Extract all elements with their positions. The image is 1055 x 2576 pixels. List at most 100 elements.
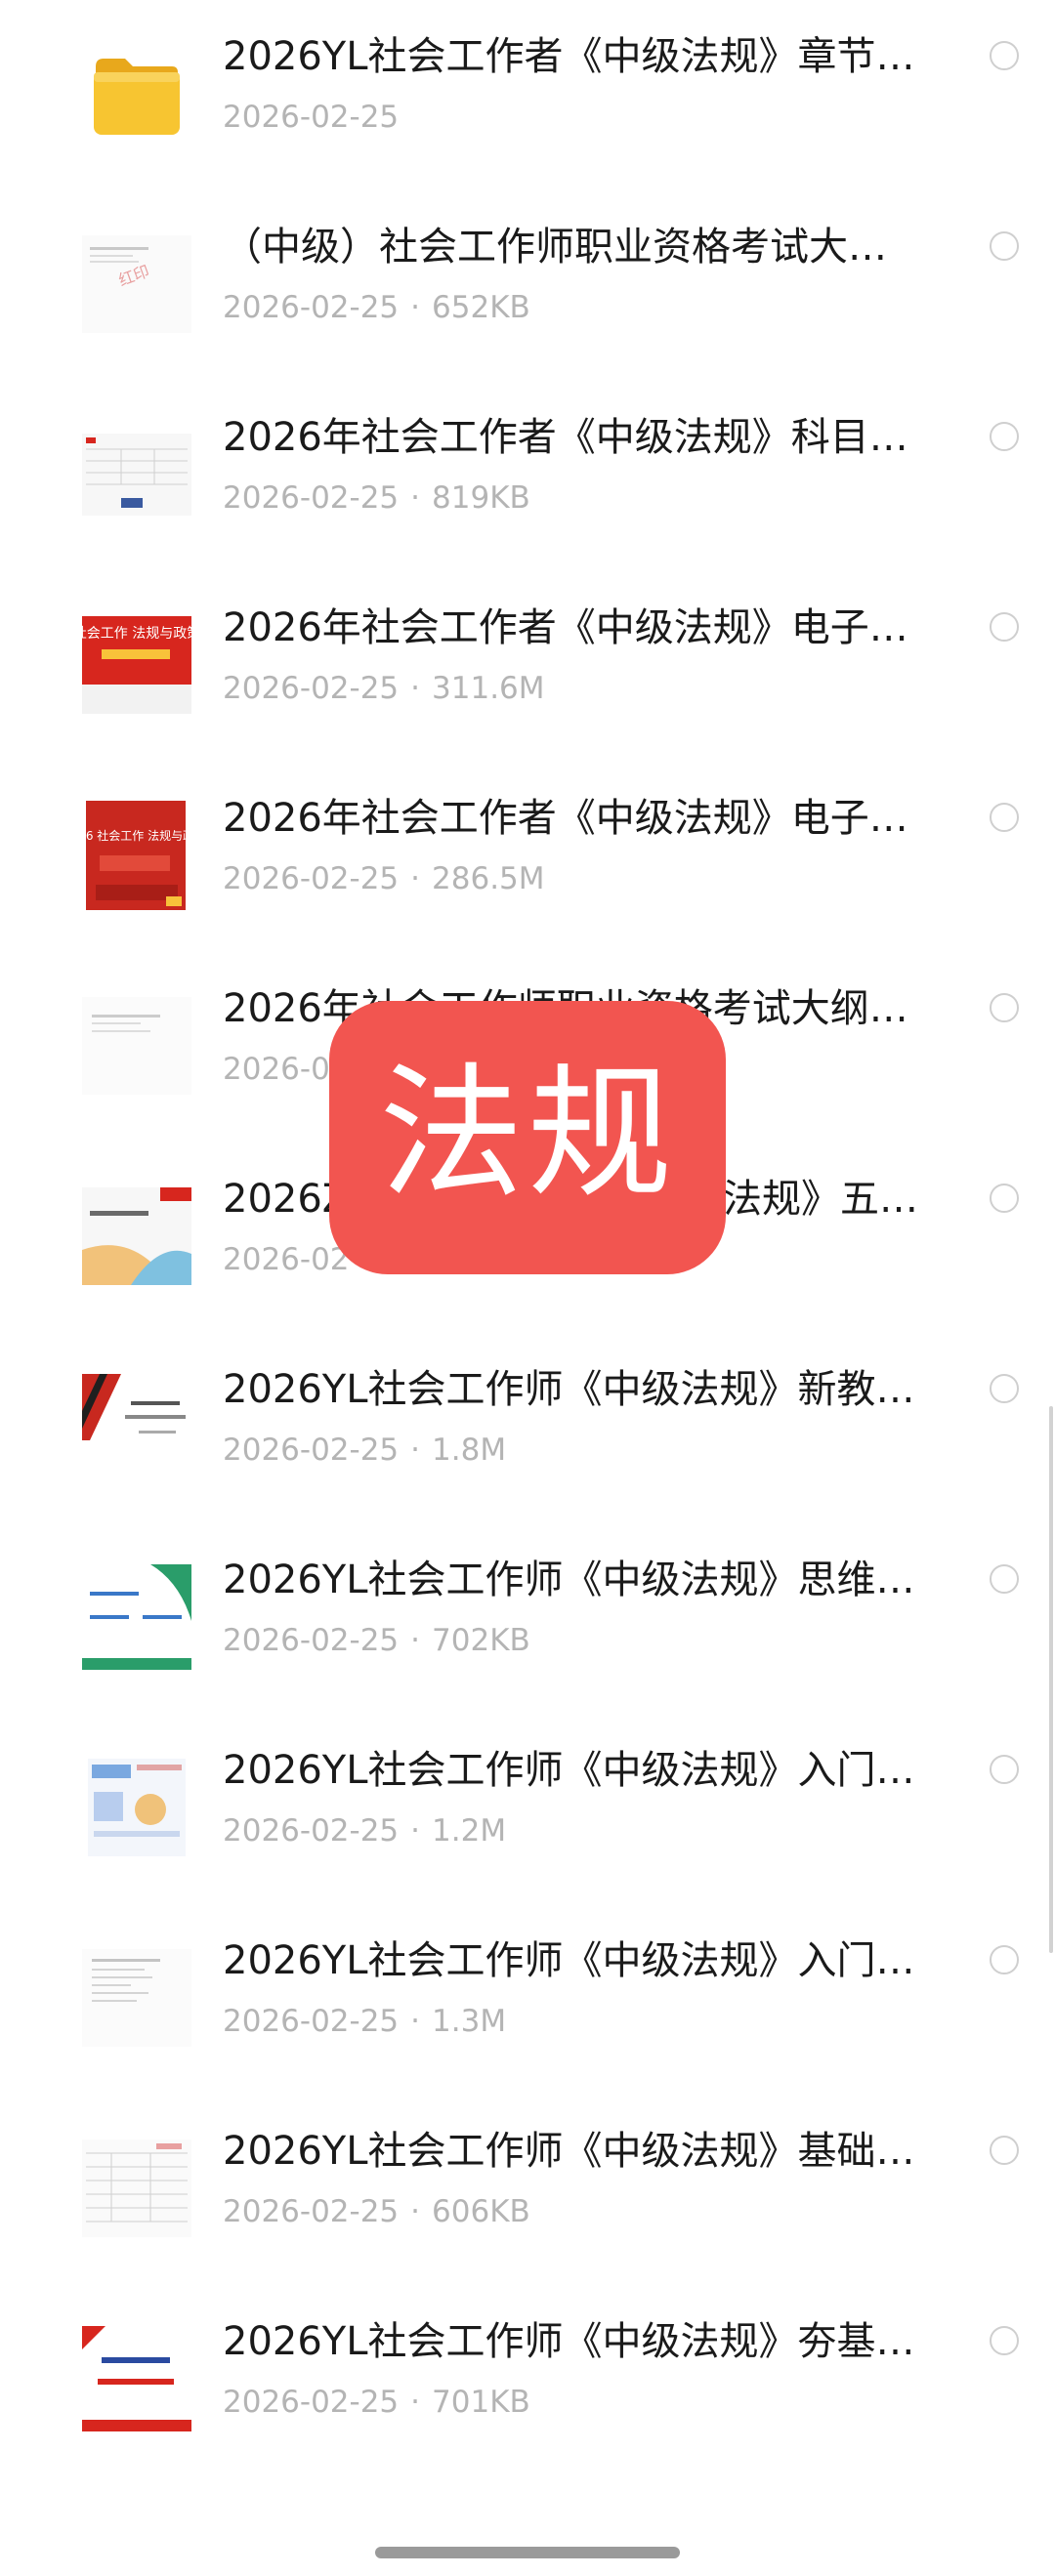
file-row[interactable]: 2026YL社会工作师《中级法规》夯基… 2026-02-25 · 701KB bbox=[0, 2285, 1055, 2475]
file-meta: 2026-02-25 bbox=[223, 96, 399, 139]
file-row[interactable]: 2026YL社会工作师《中级法规》思维… 2026-02-25 · 702KB bbox=[0, 1523, 1055, 1714]
meta-separator: · bbox=[410, 1433, 421, 1468]
file-date: 2026-02 bbox=[223, 1242, 350, 1277]
document-thumbnail-icon bbox=[82, 1943, 191, 2053]
file-size: 311.6M bbox=[432, 671, 545, 706]
meta-separator: · bbox=[410, 290, 421, 325]
file-meta: 2026-02-25 · 819KB bbox=[223, 477, 530, 519]
file-date: 2026-02-25 bbox=[223, 1813, 400, 1849]
select-radio[interactable] bbox=[990, 41, 1019, 70]
file-title: 2026YL社会工作者《中级法规》章节… bbox=[223, 34, 915, 79]
file-title: 2026年社会工作者《中级法规》电子… bbox=[223, 796, 908, 841]
select-radio[interactable] bbox=[990, 2326, 1019, 2355]
file-list: 2026YL社会工作者《中级法规》章节… 2026-02-25 红印 （中级）社… bbox=[0, 0, 1055, 2576]
meta-separator: · bbox=[410, 1813, 421, 1849]
file-size: 1.2M bbox=[432, 1813, 507, 1849]
select-radio[interactable] bbox=[990, 1184, 1019, 1213]
select-radio[interactable] bbox=[990, 993, 1019, 1022]
select-radio[interactable] bbox=[990, 1564, 1019, 1594]
thumb-text: 2026 社会工作 法规与政策 bbox=[82, 828, 191, 843]
file-size: 652KB bbox=[432, 290, 530, 325]
file-meta: 2026-02-25 · 311.6M bbox=[223, 667, 545, 710]
file-meta: 2026-02-25 · 1.8M bbox=[223, 1429, 506, 1472]
file-date: 2026-02-25 bbox=[223, 1433, 400, 1468]
file-title-tail: 法规》五星… bbox=[723, 1177, 948, 1222]
slide-thumbnail-icon bbox=[82, 1562, 191, 1672]
file-title: 2026年社会工作者《中级法规》电子… bbox=[223, 605, 908, 650]
meta-separator: · bbox=[410, 671, 421, 706]
file-title: 2026YL社会工作师《中级法规》入门… bbox=[223, 1748, 915, 1793]
select-radio[interactable] bbox=[990, 612, 1019, 642]
select-radio[interactable] bbox=[990, 231, 1019, 261]
file-date: 2026-0 bbox=[223, 1052, 330, 1087]
file-row[interactable]: 2026 社会工作 法规与政策 2026年社会工作者《中级法规》电子… 2026… bbox=[0, 762, 1055, 952]
file-date: 2026-02-25 bbox=[223, 1623, 400, 1658]
meta-separator: · bbox=[410, 861, 421, 896]
file-row[interactable]: 2026YL社会工作师《中级法规》基础… 2026-02-25 · 606KB bbox=[0, 2095, 1055, 2285]
image-thumbnail-icon bbox=[82, 1753, 191, 1862]
file-date: 2026-02-25 bbox=[223, 2385, 400, 2420]
slide-thumbnail-icon bbox=[82, 1182, 191, 1291]
file-meta: 2026-02-25 · 1.3M bbox=[223, 2000, 506, 2043]
select-radio[interactable] bbox=[990, 422, 1019, 451]
meta-separator: · bbox=[410, 2385, 421, 2420]
file-date: 2026-02-25 bbox=[223, 2004, 400, 2039]
scrollbar[interactable] bbox=[1049, 1406, 1053, 1953]
overlay-text: 法规 bbox=[379, 1050, 676, 1218]
select-radio[interactable] bbox=[990, 2136, 1019, 2165]
file-row[interactable]: 社会工作 法规与政策 2026年社会工作者《中级法规》电子… 2026-02-2… bbox=[0, 571, 1055, 762]
file-row[interactable]: 红印 （中级）社会工作师职业资格考试大… 2026-02-25 · 652KB bbox=[0, 190, 1055, 381]
meta-separator: · bbox=[410, 2194, 421, 2229]
file-title: 2026YL社会工作师《中级法规》入门… bbox=[223, 1938, 915, 1983]
select-radio[interactable] bbox=[990, 803, 1019, 832]
file-size: 1.3M bbox=[432, 2004, 507, 2039]
file-date: 2026-02-25 bbox=[223, 671, 400, 706]
file-meta: 2026-0 bbox=[223, 1048, 330, 1091]
file-meta: 2026-02 bbox=[223, 1238, 350, 1281]
file-size: 1.8M bbox=[432, 1433, 507, 1468]
file-size: 286.5M bbox=[432, 861, 545, 896]
document-thumbnail-icon: 红印 bbox=[82, 229, 191, 339]
file-title: 2026YL社会工作师《中级法规》夯基… bbox=[223, 2319, 915, 2364]
select-radio[interactable] bbox=[990, 1945, 1019, 1974]
file-meta: 2026-02-25 · 652KB bbox=[223, 286, 530, 329]
file-title: 2026YL社会工作师《中级法规》思维… bbox=[223, 1558, 915, 1602]
file-date: 2026-02-25 bbox=[223, 861, 400, 896]
file-row[interactable]: 2026YL社会工作者《中级法规》章节… 2026-02-25 bbox=[0, 0, 1055, 190]
document-thumbnail-icon bbox=[82, 991, 191, 1101]
document-thumbnail-icon bbox=[82, 2324, 191, 2433]
file-size: 701KB bbox=[432, 2385, 530, 2420]
file-meta: 2026-02-25 · 701KB bbox=[223, 2381, 530, 2424]
select-radio[interactable] bbox=[990, 1755, 1019, 1784]
file-title: 2026YL社会工作师《中级法规》新教… bbox=[223, 1367, 915, 1412]
thumb-text: 社会工作 法规与政策 bbox=[82, 625, 191, 642]
file-title: （中级）社会工作师职业资格考试大… bbox=[223, 225, 887, 270]
file-size: 702KB bbox=[432, 1623, 530, 1658]
folder-icon bbox=[82, 39, 191, 148]
file-date: 2026-02-25 bbox=[223, 480, 400, 516]
home-indicator[interactable] bbox=[375, 2547, 680, 2558]
file-row[interactable]: 2026YL社会工作师《中级法规》新教… 2026-02-25 · 1.8M bbox=[0, 1333, 1055, 1523]
file-row[interactable]: 2026YL社会工作师《中级法规》入门… 2026-02-25 · 1.2M bbox=[0, 1714, 1055, 1904]
file-date: 2026-02-25 bbox=[223, 290, 400, 325]
meta-separator: · bbox=[410, 2004, 421, 2039]
file-meta: 2026-02-25 · 702KB bbox=[223, 1619, 530, 1662]
meta-separator: · bbox=[410, 480, 421, 516]
spreadsheet-thumbnail-icon bbox=[82, 2134, 191, 2243]
file-meta: 2026-02-25 · 606KB bbox=[223, 2190, 530, 2233]
book-cover-thumbnail-icon: 2026 社会工作 法规与政策 bbox=[82, 801, 191, 910]
spreadsheet-thumbnail-icon bbox=[82, 420, 191, 529]
overlay-badge: 法规 bbox=[329, 1001, 726, 1274]
file-date: 2026-02-25 bbox=[223, 2194, 400, 2229]
file-title: 2026YL社会工作师《中级法规》基础… bbox=[223, 2129, 915, 2174]
file-row[interactable]: 2026YL社会工作师《中级法规》入门… 2026-02-25 · 1.3M bbox=[0, 1904, 1055, 2095]
file-size: 606KB bbox=[432, 2194, 530, 2229]
file-row[interactable]: 2026年社会工作者《中级法规》科目… 2026-02-25 · 819KB bbox=[0, 381, 1055, 571]
file-size: 819KB bbox=[432, 480, 530, 516]
file-meta: 2026-02-25 · 286.5M bbox=[223, 857, 545, 900]
slide-thumbnail-icon bbox=[82, 1372, 191, 1481]
file-title: 2026年社会工作者《中级法规》科目… bbox=[223, 415, 908, 460]
book-cover-thumbnail-icon: 社会工作 法规与政策 bbox=[82, 610, 191, 720]
meta-separator: · bbox=[410, 1623, 421, 1658]
select-radio[interactable] bbox=[990, 1374, 1019, 1403]
